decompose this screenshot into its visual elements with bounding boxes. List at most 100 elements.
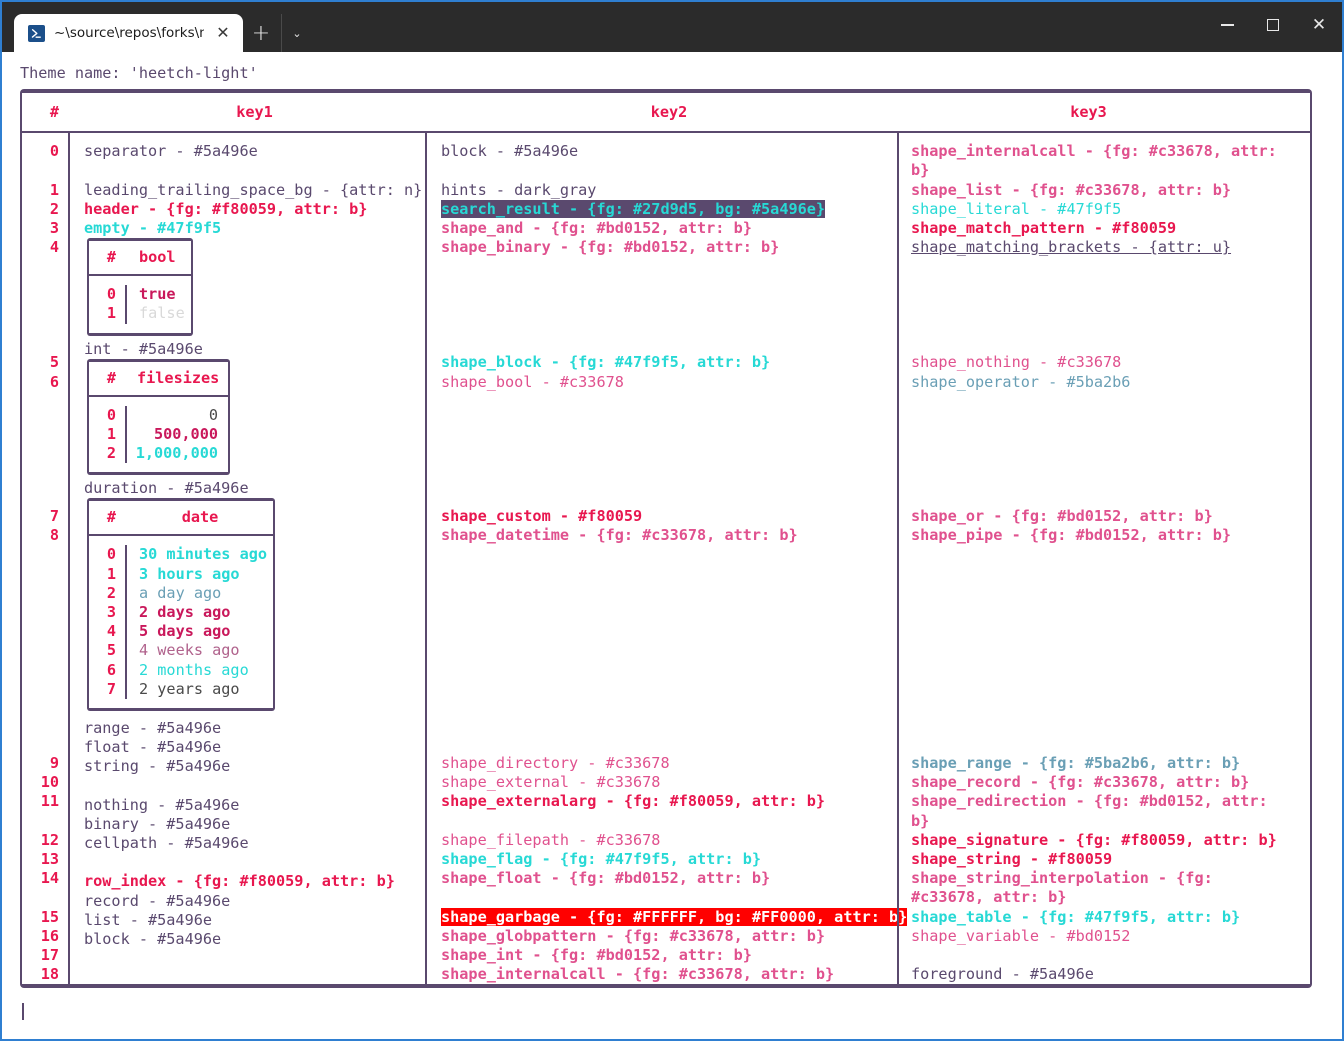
entry-shape-block: shape_block - {fg: #47f9f5, attr: b} — [441, 353, 771, 372]
close-window-button[interactable]: ✕ — [1296, 2, 1342, 48]
nested-row-index: 6 — [106, 660, 116, 679]
nested-table-filesizes: # filesizes 0 0 1 500,000 2 1,000,000 — [87, 358, 230, 476]
nested-cell-date: 30 minutes ago — [139, 545, 268, 564]
nested-header-index: # — [106, 368, 116, 387]
nested-cell-filesize: 500,000 — [153, 424, 218, 443]
table-bottom-border — [20, 984, 1312, 989]
entry-shape-flag: shape_flag - {fg: #47f9f5, attr: b} — [441, 850, 762, 869]
column-key1: separator - #5a496e leading_trailing_spa… — [70, 133, 425, 984]
nested-row-index: 2 — [106, 444, 116, 463]
entry-leading-trailing-space-bg: leading_trailing_space_bg - {attr: n} — [84, 180, 423, 199]
close-icon: ✕ — [1311, 14, 1327, 35]
entry-shape-internalcall-cont: b} — [911, 161, 930, 180]
entry-shape-pipe: shape_pipe - {fg: #bd0152, attr: b} — [911, 525, 1232, 544]
entry-block: block - #5a496e — [84, 930, 222, 949]
row-index: 9 — [49, 754, 59, 773]
nested-header-bool: bool — [139, 248, 176, 267]
entry-header: header - {fg: #f80059, attr: b} — [84, 199, 368, 218]
nested-cell-date: 2 days ago — [139, 603, 231, 622]
nested-cell-filesize: 1,000,000 — [135, 444, 218, 463]
row-index: 10 — [40, 773, 59, 792]
column-header-key3: key3 — [1070, 102, 1107, 121]
nested-row: 7 2 years ago — [89, 679, 273, 699]
row-index: 0 — [49, 142, 59, 161]
search-result-highlight: search_result - {fg: #27d9d5, bg: #5a496… — [441, 199, 826, 218]
nested-row: 4 5 days ago — [89, 622, 273, 642]
entry-nothing: nothing - #5a496e — [84, 795, 240, 814]
entry-list: list - #5a496e — [84, 910, 213, 929]
row-index: 7 — [49, 506, 59, 525]
entry-hints: hints - dark_gray — [441, 180, 597, 199]
tab-active[interactable]: ~\source\repos\forks\nu_scrip ✕ — [14, 14, 243, 52]
nested-row: 1 500,000 — [89, 424, 228, 445]
row-index-gutter: 0 1 2 3 4 5 6 7 8 9 10 11 12 13 14 15 16… — [22, 133, 68, 984]
entry-shape-binary: shape_binary - {fg: #bd0152, attr: b} — [441, 238, 780, 257]
title-bar: ~\source\repos\forks\nu_scrip ✕ + ⌄ ✕ — [2, 2, 1342, 52]
entry-shape-garbage: shape_garbage - {fg: #FFFFFF, bg: #FF000… — [441, 907, 908, 927]
entry-shape-int: shape_int - {fg: #bd0152, attr: b} — [441, 945, 752, 964]
row-index: 13 — [40, 850, 59, 869]
nested-cell-date: 2 years ago — [139, 679, 240, 698]
entry-shape-and: shape_and - {fg: #bd0152, attr: b} — [441, 218, 752, 237]
row-index: 4 — [49, 238, 59, 257]
row-index: 16 — [40, 926, 59, 945]
terminal-content[interactable]: Theme name: 'heetch-light' # key1 key2 k… — [2, 52, 1342, 1039]
close-tab-icon[interactable]: ✕ — [213, 25, 233, 41]
column-header-index: # — [49, 102, 59, 121]
entry-shape-match-pattern: shape_match_pattern - #f80059 — [911, 218, 1177, 237]
entry-float: float - #5a496e — [84, 738, 222, 757]
table-body: 0 1 2 3 4 5 6 7 8 9 10 11 12 13 14 15 16… — [22, 133, 1310, 985]
entry-shape-list: shape_list - {fg: #c33678, attr: b} — [911, 180, 1232, 199]
entry-string: string - #5a496e — [84, 757, 231, 776]
nested-cell-bool-false: false — [139, 304, 185, 323]
nested-row: 3 2 days ago — [89, 603, 273, 623]
nested-row-index: 0 — [106, 545, 116, 564]
nested-frame: # filesizes 0 0 1 500,000 2 1,000,000 — [87, 361, 230, 473]
nested-bottom-border — [87, 472, 230, 476]
maximize-button[interactable] — [1250, 2, 1296, 48]
entry-range: range - #5a496e — [84, 718, 222, 737]
entry-shape-range: shape_range - {fg: #5ba2b6, attr: b} — [911, 754, 1241, 773]
nested-cell-filesize: 0 — [208, 405, 218, 424]
entry-separator: separator - #5a496e — [84, 142, 258, 161]
entry-shape-redirection: shape_redirection - {fg: #bd0152, attr: — [911, 792, 1268, 811]
entry-shape-externalarg: shape_externalarg - {fg: #f80059, attr: … — [441, 792, 826, 811]
nested-row-index: 1 — [106, 424, 116, 443]
nested-bottom-border — [87, 707, 275, 711]
entry-shape-literal: shape_literal - #47f9f5 — [911, 199, 1122, 218]
entry-shape-custom: shape_custom - #f80059 — [441, 506, 643, 525]
nested-row-index: 0 — [106, 405, 116, 424]
row-index: 12 — [40, 830, 59, 849]
text-cursor — [22, 1003, 24, 1021]
entry-shape-filepath: shape_filepath - #c33678 — [441, 830, 661, 849]
row-index: 18 — [40, 965, 59, 984]
entry-shape-string-interpolation-cont: #c33678, attr: b} — [911, 888, 1067, 907]
column-header-key2: key2 — [650, 102, 688, 121]
tab-title: ~\source\repos\forks\nu_scrip — [54, 25, 204, 41]
nested-header-filesizes: filesizes — [137, 368, 220, 387]
entry-foreground: foreground - #5a496e — [911, 965, 1094, 984]
entry-cellpath: cellpath - #5a496e — [84, 834, 249, 853]
entry-shape-float: shape_float - {fg: #bd0152, attr: b} — [441, 869, 771, 888]
window-controls: ✕ — [1204, 2, 1342, 48]
nested-rows: 0 0 1 500,000 2 1,000,000 — [89, 397, 228, 473]
entry-shape-datetime: shape_datetime - {fg: #c33678, attr: b} — [441, 525, 798, 544]
entry-duration: duration - #5a496e — [84, 479, 249, 498]
shape-garbage-highlight: shape_garbage - {fg: #FFFFFF, bg: #FF000… — [441, 907, 908, 926]
row-index: 14 — [40, 869, 59, 888]
nested-frame: # bool 0 true 1 false — [87, 241, 193, 333]
nested-row: 0 30 minutes ago — [89, 545, 273, 565]
entry-shape-variable: shape_variable - #bd0152 — [911, 926, 1131, 945]
row-index: 1 — [49, 180, 59, 199]
column-key2: block - #5a496e hints - dark_gray search… — [427, 133, 908, 984]
nested-rows: 0 30 minutes ago 1 3 hours ago 2 a day a… — [89, 536, 273, 708]
new-tab-button[interactable]: + — [243, 14, 279, 52]
entry-shape-internalcall: shape_internalcall - {fg: #c33678, attr: — [911, 142, 1277, 161]
tab-dropdown-icon[interactable]: ⌄ — [281, 14, 312, 52]
nested-header-index: # — [106, 508, 116, 527]
entry-shape-matching-brackets: shape_matching_brackets - {attr: u} — [911, 238, 1232, 257]
table-header-row: # key1 key2 key3 — [22, 93, 1310, 131]
minimize-button[interactable] — [1204, 2, 1250, 48]
shell-prompt-line[interactable] — [2, 988, 1342, 1024]
nested-row: 1 3 hours ago — [89, 564, 273, 584]
